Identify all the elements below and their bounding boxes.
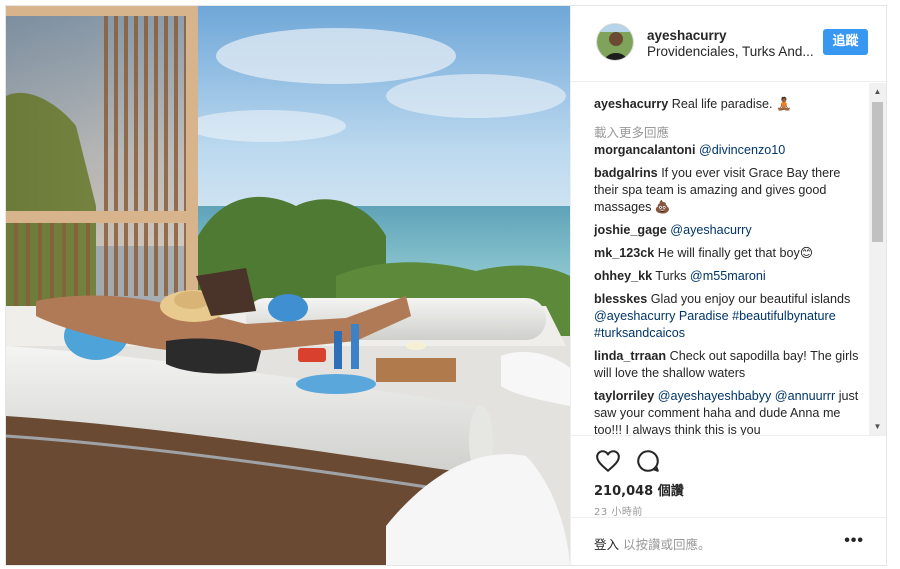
login-prompt-text: 以按讚或回應。 xyxy=(623,537,711,552)
comment-username[interactable]: linda_trraan xyxy=(594,349,666,363)
caption-username[interactable]: ayeshacurry xyxy=(594,97,668,111)
scroll-down-arrow-icon[interactable]: ▼ xyxy=(869,418,886,435)
comment-username[interactable]: ohhey_kk xyxy=(594,269,652,283)
comment-username[interactable]: mk_123ck xyxy=(594,246,654,260)
load-more-comments-link[interactable]: 載入更多回應 xyxy=(594,122,669,141)
comment-username[interactable]: morgancalantoni xyxy=(594,143,695,157)
comment-mention[interactable]: @ayeshacurry xyxy=(670,223,751,237)
post-location[interactable]: Providenciales, Turks And... xyxy=(647,44,817,59)
comment-mention[interactable]: @divincenzo10 xyxy=(699,143,785,157)
comment-text: Turks xyxy=(655,269,687,283)
comment-username[interactable]: blesskes xyxy=(594,292,647,306)
post-actions: 210,048 個讚 23 小時前 xyxy=(571,435,886,527)
more-options-icon[interactable]: ••• xyxy=(844,532,864,550)
likes-count[interactable]: 210,048 個讚 xyxy=(594,480,684,499)
login-link[interactable]: 登入 xyxy=(594,537,619,552)
login-prompt: 登入 以按讚或回應。 xyxy=(594,534,711,553)
comment-mention[interactable]: @m55maroni xyxy=(690,269,766,283)
comment-mention[interactable]: @ayeshacurry xyxy=(594,309,675,323)
comment-item: ohhey_kk Turks @m55maroni xyxy=(594,268,862,285)
cabana-beach-photo xyxy=(6,6,570,565)
comment-item: badgalrins If you ever visit Grace Bay t… xyxy=(594,165,862,216)
comment-icon[interactable] xyxy=(635,448,661,474)
post-side-panel: ayeshacurry Providenciales, Turks And...… xyxy=(570,6,886,565)
comment-item: linda_trraan Check out sapodilla bay! Th… xyxy=(594,348,862,382)
scrollbar-thumb[interactable] xyxy=(872,102,883,242)
comment-text: Glad you enjoy our beautiful islands xyxy=(650,292,851,306)
post-header: ayeshacurry Providenciales, Turks And...… xyxy=(571,6,886,82)
avatar-image xyxy=(597,24,633,60)
caption-text: Real life paradise. 🧘🏾 xyxy=(671,97,792,111)
comment-item: morgancalantoni @divincenzo10 xyxy=(594,142,862,159)
comment-text: He will finally get that boy😊 xyxy=(657,246,813,260)
comment-mention[interactable]: @ayeshayeshbabyy @annuurrr xyxy=(658,389,836,403)
comment-item: blesskes Glad you enjoy our beautiful is… xyxy=(594,291,862,342)
comment-username[interactable]: badgalrins xyxy=(594,166,658,180)
comment-item: joshie_gage @ayeshacurry xyxy=(594,222,862,239)
post-username[interactable]: ayeshacurry xyxy=(647,28,727,43)
post-timestamp[interactable]: 23 小時前 xyxy=(594,503,643,518)
caption: ayeshacurry Real life paradise. 🧘🏾 xyxy=(594,96,862,113)
comment-item: mk_123ck He will finally get that boy😊 xyxy=(594,245,862,262)
comments-list: ayeshacurry Real life paradise. 🧘🏾 載入更多回… xyxy=(571,83,887,435)
follow-button[interactable]: 追蹤 xyxy=(823,29,868,55)
user-avatar[interactable] xyxy=(596,23,634,61)
post-footer: 登入 以按讚或回應。 ••• xyxy=(571,517,886,565)
instagram-post: ayeshacurry Providenciales, Turks And...… xyxy=(5,5,887,566)
comment-username[interactable]: taylorriley xyxy=(594,389,654,403)
comment-item: taylorriley @ayeshayeshbabyy @annuurrr j… xyxy=(594,388,862,435)
scroll-up-arrow-icon[interactable]: ▲ xyxy=(869,83,886,100)
comment-username[interactable]: joshie_gage xyxy=(594,223,667,237)
comments-scrollbar[interactable]: ▲ ▼ xyxy=(869,83,886,435)
heart-icon[interactable] xyxy=(595,448,621,474)
post-photo[interactable] xyxy=(6,6,570,565)
